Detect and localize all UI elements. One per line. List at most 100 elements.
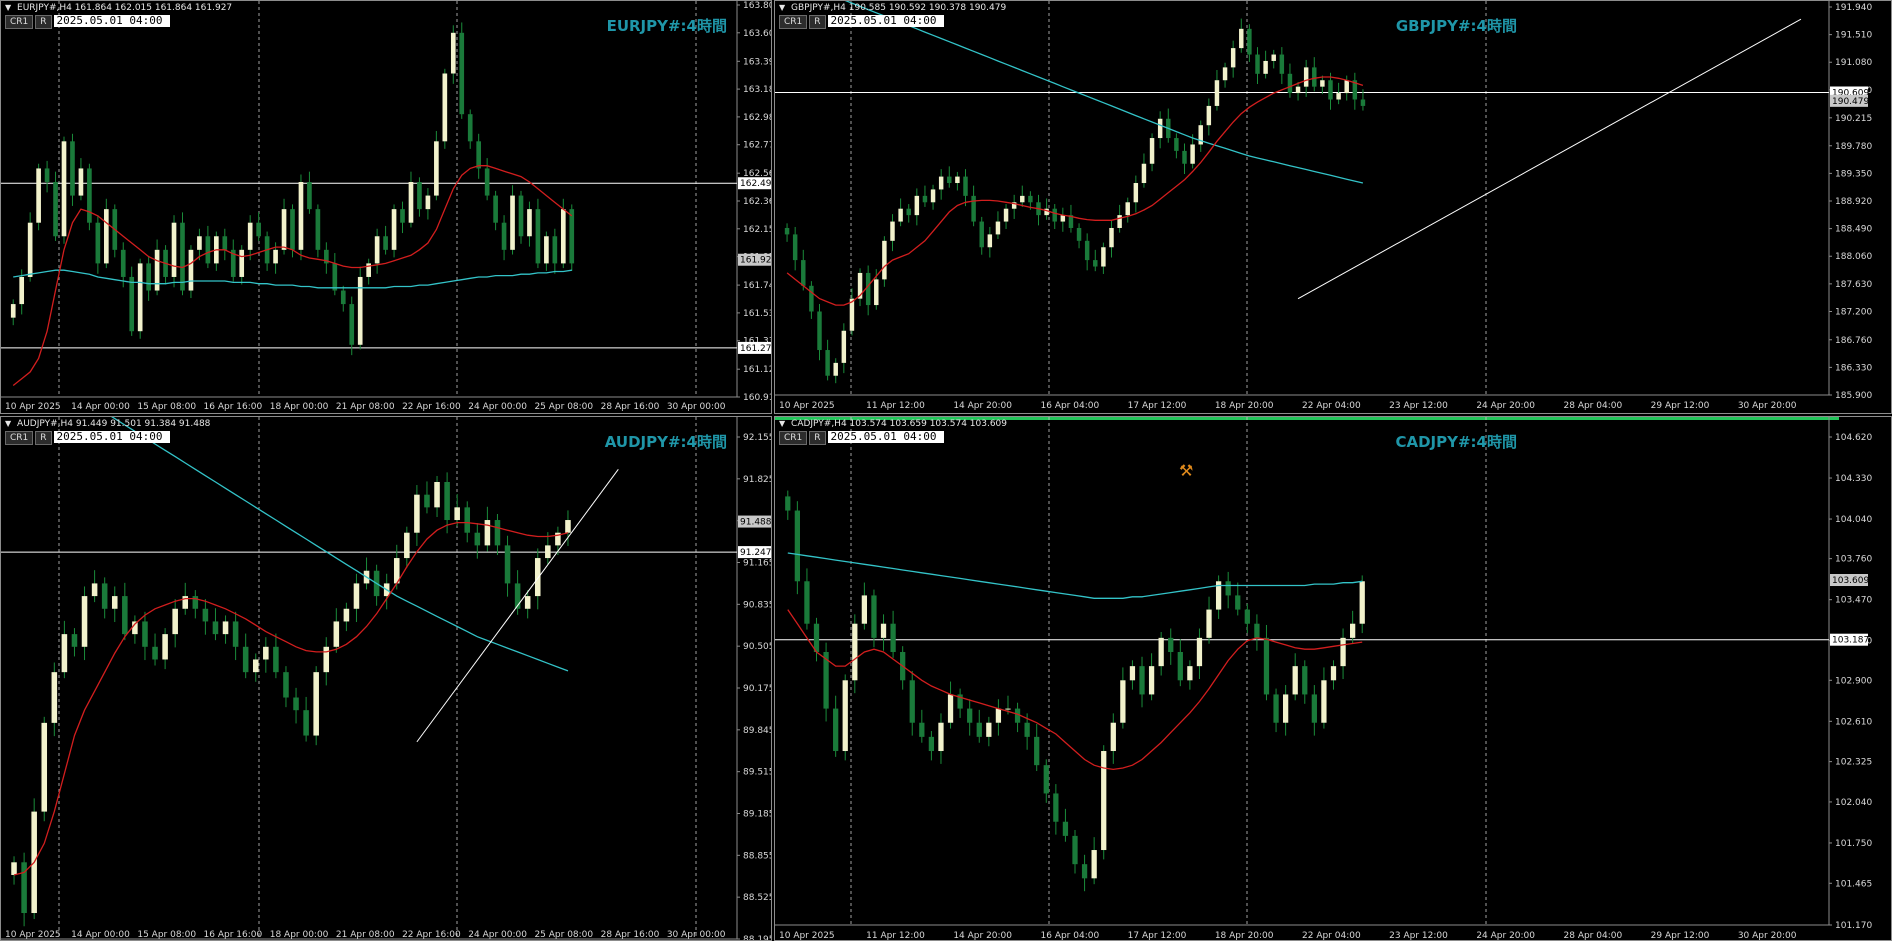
- candle-body: [501, 222, 507, 250]
- r-button[interactable]: R: [809, 431, 826, 445]
- candle-body: [256, 222, 261, 237]
- price-tick-label: 90.835: [743, 600, 772, 610]
- gbpjpy-chart[interactable]: 191.940191.510191.080190.650190.215189.7…: [775, 1, 1892, 414]
- collapse-triangle-icon[interactable]: ▼: [779, 3, 785, 12]
- price-tick-label: 191.940: [1835, 3, 1872, 13]
- candle-body: [1239, 28, 1244, 49]
- candle-body: [1158, 637, 1164, 667]
- candle-body: [1157, 118, 1163, 139]
- price-tick-label: 162.980: [743, 113, 772, 123]
- candle-body: [1279, 54, 1285, 74]
- cadjpy-chart[interactable]: 104.620 104.330 104.040 103.760 103.470 103.1…: [775, 417, 1892, 941]
- price-tick-label: 188.920: [1835, 197, 1872, 207]
- candle-body: [273, 646, 279, 673]
- candle-body: [801, 260, 806, 286]
- moving-average-fast: [12, 165, 573, 387]
- symbol-header: ▼ AUDJPY#,H4 91.449 91.501 91.384 91.488: [5, 419, 210, 429]
- candle-body: [10, 304, 16, 318]
- price-tick-label: 91.165: [743, 559, 772, 569]
- cr1-button[interactable]: CR1: [5, 15, 34, 29]
- r-button[interactable]: R: [35, 431, 52, 445]
- chart-panel-gbpjpy[interactable]: 191.940191.510191.080190.650190.215189.7…: [774, 0, 1892, 414]
- collapse-triangle-icon[interactable]: ▼: [779, 419, 785, 428]
- time-tick-label: 23 Apr 12:00: [1389, 401, 1448, 411]
- candle-body: [785, 496, 791, 511]
- candle-body: [1141, 163, 1147, 184]
- price-tick-label: 102.900: [1835, 676, 1872, 686]
- cr1-button[interactable]: CR1: [5, 431, 34, 445]
- chart-panel-audjpy[interactable]: 92.15591.82591.49591.16590.83590.50590.1…: [0, 416, 772, 941]
- datetime-field[interactable]: 2025.05.01 04:00: [53, 431, 170, 443]
- candle-body: [493, 195, 498, 223]
- candle-body: [906, 208, 911, 216]
- candle-body: [36, 168, 41, 223]
- candle-body: [383, 236, 388, 250]
- datetime-field[interactable]: 2025.05.01 04:00: [827, 431, 944, 443]
- moving-average-slow: [13, 269, 572, 289]
- time-tick-label: 28 Apr 04:00: [1564, 401, 1623, 411]
- time-tick-label: 14 Apr 20:00: [953, 931, 1012, 941]
- candle-body: [510, 195, 515, 250]
- cr1-button[interactable]: CR1: [779, 15, 808, 29]
- candle-body: [353, 583, 360, 609]
- candle-body: [535, 209, 541, 264]
- eurjpy-chart[interactable]: 163.805 163.600 163.390 163.185 162.980 162.7…: [1, 1, 772, 414]
- price-tick-label: 103.470: [1835, 596, 1872, 606]
- candle-body: [1244, 609, 1250, 624]
- candle-body: [1287, 73, 1293, 94]
- candle-body: [404, 532, 410, 559]
- time-tick-label: 22 Apr 16:00: [402, 402, 461, 412]
- price-label-text: 103.187: [1832, 636, 1869, 646]
- candle-body: [1292, 666, 1298, 695]
- candle-body: [1187, 666, 1193, 681]
- cr1-button[interactable]: CR1: [779, 431, 808, 445]
- candle-body: [1101, 247, 1106, 267]
- candle-body: [247, 222, 253, 250]
- time-tick-label: 30 Apr 20:00: [1738, 401, 1797, 411]
- chart-controls: CR1 R 2025.05.01 04:00: [5, 431, 170, 445]
- time-tick-label: 22 Apr 04:00: [1302, 931, 1361, 941]
- candle-body: [861, 595, 868, 624]
- time-tick-label: 14 Apr 20:00: [953, 401, 1012, 411]
- price-tick-label: 89.845: [743, 726, 772, 736]
- candle-body: [146, 263, 151, 291]
- candle-body: [825, 350, 830, 376]
- candle-body: [343, 608, 350, 622]
- candle-body: [1302, 666, 1308, 695]
- candle-body: [518, 195, 524, 237]
- audjpy-chart[interactable]: 92.15591.82591.49591.16590.83590.50590.1…: [1, 417, 772, 941]
- price-tick-label: 103.760: [1835, 555, 1872, 565]
- candle-body: [504, 545, 511, 584]
- price-tick-label: 188.490: [1835, 225, 1872, 235]
- price-label-text: 161.277: [740, 344, 772, 354]
- candle-body: [103, 209, 109, 264]
- candle-body: [1020, 195, 1025, 203]
- candle-body: [930, 189, 936, 203]
- candle-body: [552, 236, 558, 264]
- r-button[interactable]: R: [809, 15, 826, 29]
- candle-body: [293, 697, 299, 711]
- candle-body: [154, 249, 160, 291]
- candle-body: [61, 634, 68, 673]
- chart-panel-cadjpy[interactable]: 104.620 104.330 104.040 103.760 103.470 103.1…: [774, 416, 1892, 941]
- candle-body: [1091, 850, 1097, 879]
- candle-body: [1101, 751, 1107, 851]
- candle-body: [197, 236, 202, 250]
- candle-body: [476, 141, 482, 169]
- r-button[interactable]: R: [35, 15, 52, 29]
- chart-title: GBPJPY#:4時間: [1395, 17, 1517, 35]
- candle-body: [804, 581, 810, 624]
- candle-body: [71, 634, 78, 647]
- candle-body: [794, 510, 800, 582]
- time-tick-label: 21 Apr 08:00: [336, 930, 395, 940]
- collapse-triangle-icon[interactable]: ▼: [5, 3, 11, 12]
- candle-body: [283, 672, 289, 698]
- datetime-field[interactable]: 2025.05.01 04:00: [827, 15, 944, 27]
- candle-body: [865, 272, 871, 306]
- collapse-triangle-icon[interactable]: ▼: [5, 419, 11, 428]
- candle-body: [1117, 215, 1122, 228]
- datetime-field[interactable]: 2025.05.01 04:00: [53, 15, 170, 27]
- candle-body: [417, 182, 422, 210]
- chart-panel-eurjpy[interactable]: 163.805 163.600 163.390 163.185 162.980 162.7…: [0, 0, 772, 414]
- time-tick-label: 17 Apr 12:00: [1128, 931, 1187, 941]
